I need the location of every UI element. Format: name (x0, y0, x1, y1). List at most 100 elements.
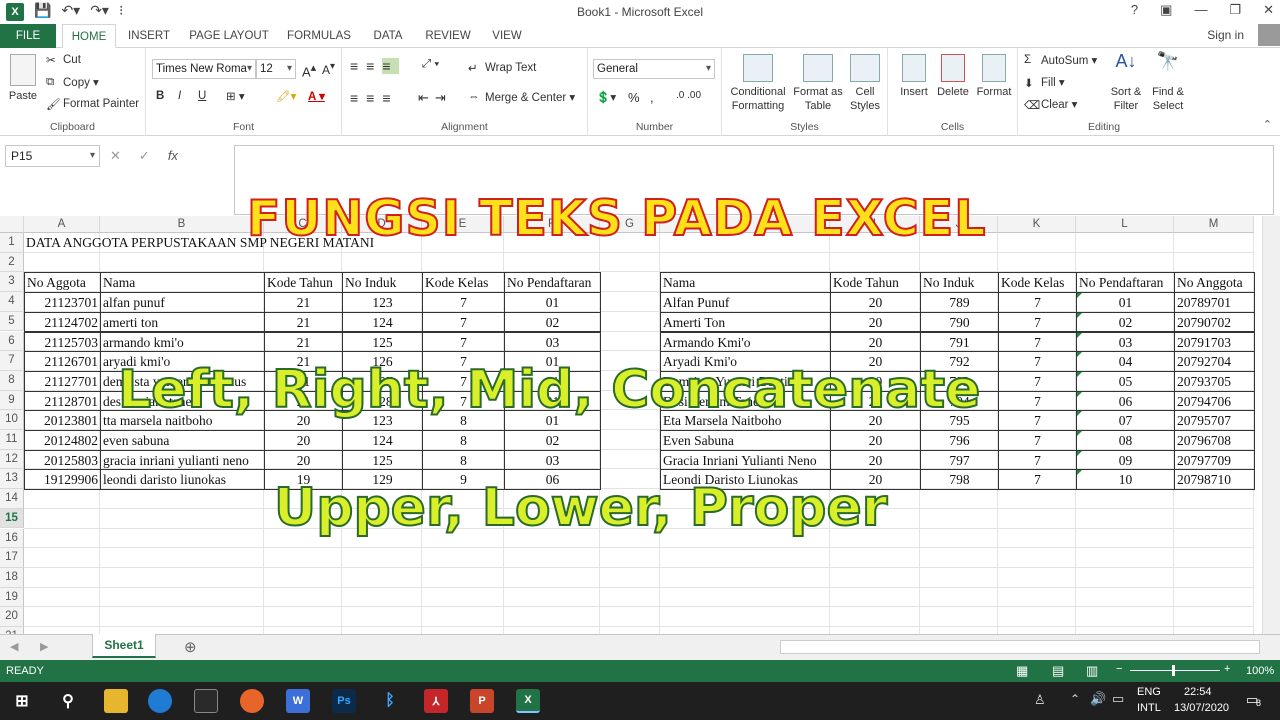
left-table-cell[interactable]: tta marsela naitboho (100, 410, 265, 431)
right-table-cell[interactable]: 20794706 (1174, 390, 1255, 412)
left-table-cell[interactable]: 7 (422, 311, 505, 333)
right-table-cell[interactable]: Eta Marsela Naitboho (660, 410, 831, 431)
zoom-in-icon[interactable]: + (1224, 663, 1230, 675)
prev-sheet-icon[interactable]: ◀ (10, 640, 18, 653)
right-table-cell[interactable]: 20795707 (1174, 410, 1255, 431)
left-table-cell[interactable]: 20125803 (24, 449, 101, 471)
orientation-icon[interactable]: ⤢ ▾ (422, 58, 439, 71)
store-icon[interactable] (194, 689, 218, 713)
left-table-cell[interactable]: 123 (342, 292, 423, 313)
left-table-cell[interactable]: 21124702 (24, 311, 101, 333)
row-header-3[interactable]: 3 (0, 272, 24, 293)
cut-button[interactable]: ✂ Cut (46, 53, 81, 67)
left-table-cell[interactable]: demrista yumeri bentianus (100, 370, 265, 392)
zoom-out-icon[interactable]: − (1116, 663, 1122, 675)
enter-icon[interactable]: ✓ (139, 148, 150, 164)
left-table-header[interactable]: Kode Kelas (422, 272, 505, 294)
right-table-cell[interactable]: 7 (998, 390, 1077, 412)
right-table-cell[interactable]: 7 (998, 331, 1077, 353)
format-as-table-button[interactable]: Format as Table (792, 54, 844, 113)
left-table-cell[interactable]: 129 (342, 469, 423, 491)
right-table-cell[interactable]: Even Sabuna (660, 430, 831, 451)
page-break-view-icon[interactable]: ▥ (1086, 663, 1098, 679)
tab-view[interactable]: VIEW (486, 24, 528, 48)
row-header-15[interactable]: 15 (0, 508, 24, 529)
error-indicator-icon[interactable] (1077, 312, 1082, 318)
left-table-cell[interactable]: armando kmi'o (100, 331, 265, 353)
row-header-4[interactable]: 4 (0, 292, 24, 312)
left-table-header[interactable]: Nama (100, 272, 265, 294)
column-header-l[interactable]: L (1076, 216, 1174, 233)
right-table-cell[interactable]: 02 (1076, 311, 1175, 333)
right-table-cell[interactable]: 04 (1076, 351, 1175, 372)
clock-time[interactable]: 22:54 (1184, 686, 1212, 698)
right-table-cell[interactable]: 05 (1076, 370, 1175, 392)
left-table-cell[interactable]: 19129906 (24, 469, 101, 491)
row-header-21[interactable]: 21 (0, 627, 24, 634)
right-table-cell[interactable]: 7 (998, 430, 1077, 451)
conditional-formatting-button[interactable]: Conditional Formatting (726, 54, 790, 113)
help-icon[interactable]: ? (1131, 2, 1138, 18)
page-layout-view-icon[interactable]: ▤ (1052, 663, 1064, 679)
row-header-10[interactable]: 10 (0, 410, 24, 430)
normal-view-icon[interactable]: ▦ (1016, 663, 1028, 679)
ribbon-display-icon[interactable]: ▣ (1160, 2, 1172, 18)
spreadsheet-grid[interactable]: A B C D E F G H I J K L M 1 2 3 4 5 6 7 8 9 10 11 12 13 14 15 16 17 18… (0, 216, 1262, 634)
borders-icon[interactable]: ⊞ ▾ (226, 89, 245, 103)
italic-button[interactable]: I (178, 90, 181, 102)
tab-page-layout[interactable]: PAGE LAYOUT (186, 24, 272, 48)
sort-filter-button[interactable]: A↓ Sort & Filter (1106, 52, 1146, 113)
firefox-icon[interactable] (240, 689, 264, 713)
right-table-cell[interactable]: 20790702 (1174, 311, 1255, 333)
left-table-header[interactable]: No Induk (342, 272, 423, 294)
right-table-cell[interactable]: 20 (830, 331, 921, 353)
left-table-cell[interactable]: 02 (504, 311, 601, 333)
shrink-font-icon[interactable]: A▾ (322, 61, 335, 77)
tab-review[interactable]: REVIEW (420, 24, 476, 48)
row-header-12[interactable]: 12 (0, 449, 24, 470)
right-table-cell[interactable]: Demrista Yumeri Bentianus (660, 370, 831, 392)
right-table-cell[interactable]: 06 (1076, 390, 1175, 412)
font-size-combo[interactable]: 12 (256, 59, 296, 79)
right-table-cell[interactable]: 08 (1076, 430, 1175, 451)
error-indicator-icon[interactable] (1077, 293, 1082, 299)
left-table-cell[interactable]: 124 (342, 430, 423, 451)
error-indicator-icon[interactable] (1077, 431, 1082, 436)
right-table-header[interactable]: No Induk (920, 272, 999, 294)
right-table-cell[interactable]: 20 (830, 292, 921, 313)
row-header-5[interactable]: 5 (0, 311, 24, 332)
left-table-cell[interactable]: 126 (342, 351, 423, 372)
left-table-cell[interactable]: 127 (342, 370, 423, 392)
minimize-icon[interactable]: — (1194, 2, 1207, 18)
left-table-cell[interactable]: 8 (422, 410, 505, 431)
pdf-icon[interactable]: ⅄ (424, 689, 448, 713)
column-header-b[interactable]: B (100, 216, 264, 233)
right-table-cell[interactable]: 7 (998, 469, 1077, 491)
row-header-6[interactable]: 6 (0, 331, 24, 352)
left-table-cell[interactable]: gracia inriani yulianti neno (100, 449, 265, 471)
zoom-slider-thumb[interactable] (1172, 665, 1175, 676)
left-table-cell[interactable]: 21 (264, 311, 343, 333)
bold-button[interactable]: B (156, 90, 164, 102)
left-table-cell[interactable]: 19 (264, 469, 343, 491)
right-table-cell[interactable]: 794 (920, 390, 999, 412)
tab-insert[interactable]: INSERT (124, 24, 174, 48)
left-table-cell[interactable]: 01 (504, 351, 601, 372)
left-table-cell[interactable]: 21 (264, 351, 343, 372)
cancel-icon[interactable]: ✕ (110, 148, 121, 164)
error-indicator-icon[interactable] (1077, 332, 1082, 338)
right-table-cell[interactable]: 10 (1076, 469, 1175, 491)
photoshop-icon[interactable]: Ps (332, 689, 356, 713)
tab-data[interactable]: DATA (366, 24, 410, 48)
row-header-14[interactable]: 14 (0, 489, 24, 509)
right-table-cell[interactable]: 20792704 (1174, 351, 1255, 372)
column-header-k[interactable]: K (998, 216, 1076, 233)
find-select-button[interactable]: 🔭 Find & Select (1148, 52, 1188, 113)
right-table-cell[interactable]: 20 (830, 410, 921, 431)
right-table-cell[interactable]: 20796708 (1174, 430, 1255, 451)
zoom-level[interactable]: 100% (1246, 665, 1274, 677)
left-table-cell[interactable]: 21 (264, 331, 343, 353)
search-icon[interactable]: ⚲ (56, 689, 80, 713)
left-table-cell[interactable]: 9 (422, 469, 505, 491)
row-header-9[interactable]: 9 (0, 390, 24, 411)
